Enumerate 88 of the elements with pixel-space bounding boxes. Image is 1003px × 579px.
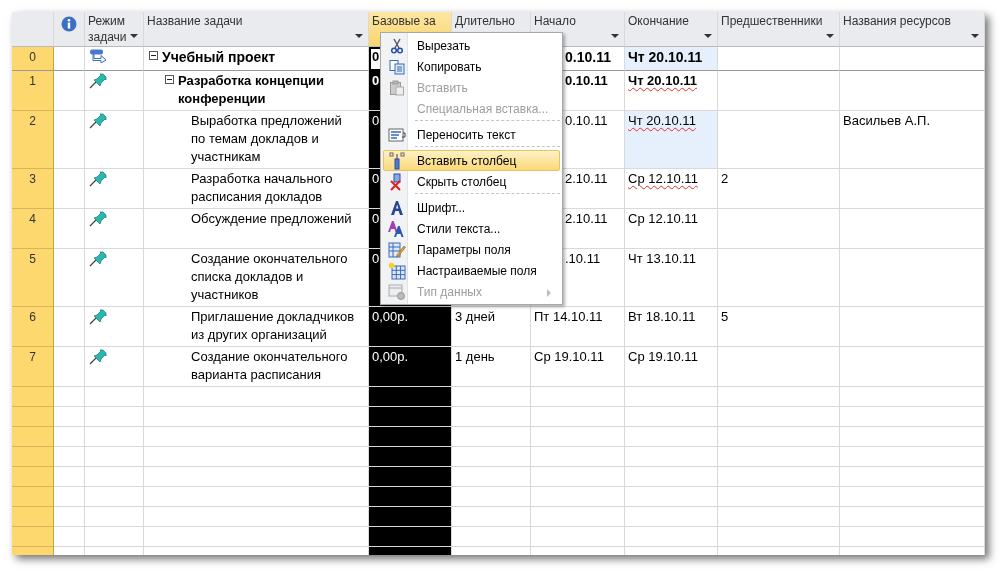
- field-settings-icon: [388, 240, 406, 259]
- collapse-toggle[interactable]: [165, 75, 174, 84]
- custom-fields-icon: [388, 261, 406, 280]
- row-number[interactable]: 3: [12, 169, 54, 209]
- row-number[interactable]: 6: [12, 307, 54, 347]
- row-number[interactable]: 1: [12, 71, 54, 111]
- column-header[interactable]: Названия ресурсов: [840, 12, 985, 47]
- dropdown-arrow-icon[interactable]: [355, 34, 363, 38]
- cell-text: 5: [721, 309, 729, 324]
- pushpin-icon: [89, 251, 107, 267]
- pushpin-icon: [89, 349, 107, 365]
- dropdown-arrow-icon[interactable]: [826, 34, 834, 38]
- cell-text: Чт 20.10.11: [628, 49, 703, 65]
- row-header[interactable]: [12, 407, 54, 427]
- cell-text: .10.11: [565, 251, 601, 266]
- cell-text: Чт 20.10.11: [628, 113, 696, 128]
- pushpin-icon: [89, 73, 107, 89]
- row-number[interactable]: 5: [12, 249, 54, 307]
- cell-text: 0.10.11: [565, 73, 608, 88]
- table-cell: 0,00р.: [369, 347, 452, 387]
- task-name: Приглашение докладчиков из других организаций: [191, 308, 355, 344]
- dropdown-arrow-icon[interactable]: [130, 34, 138, 38]
- cell-text: 1 день: [455, 349, 495, 364]
- cell-text: Ср 19.10.11: [534, 349, 604, 364]
- task-name: Обсуждение предложений: [191, 210, 352, 228]
- cell-text: 2: [721, 171, 729, 186]
- cell-text: Ср 19.10.11: [628, 349, 698, 364]
- row-number[interactable]: 2: [12, 111, 54, 169]
- corner-header[interactable]: [12, 12, 54, 47]
- wrap-text-icon: [388, 126, 406, 143]
- cell-text: Пт 14.10.11: [534, 309, 603, 324]
- row-number[interactable]: 4: [12, 209, 54, 249]
- text-styles-icon: [388, 219, 406, 238]
- row-header[interactable]: [12, 447, 54, 467]
- cell-text: Чт 13.10.11: [628, 251, 696, 266]
- cell-text: Ср 12.10.11: [628, 211, 698, 226]
- dropdown-arrow-icon[interactable]: [611, 34, 619, 38]
- column-header[interactable]: Название задачи: [144, 12, 369, 47]
- empty-cell: [85, 427, 144, 447]
- scissors-icon: [389, 37, 405, 54]
- empty-cell: [85, 467, 144, 487]
- pushpin-icon: [89, 113, 107, 129]
- collapse-toggle[interactable]: [149, 51, 158, 60]
- font-icon: [389, 199, 405, 216]
- pushpin-icon: [89, 171, 107, 187]
- task-name: Разработка начального расписания докладов: [191, 170, 334, 206]
- column-header[interactable]: Окончание: [625, 12, 718, 47]
- cell-text: 0.10.11: [565, 49, 611, 65]
- table-cell: 0,00р.: [369, 307, 452, 347]
- copy-icon: [389, 58, 405, 75]
- paste-icon: [389, 79, 405, 96]
- dropdown-arrow-icon[interactable]: [704, 34, 712, 38]
- row-header[interactable]: [12, 507, 54, 527]
- data-type-icon: [388, 282, 406, 301]
- row-header[interactable]: [12, 487, 54, 507]
- empty-cell: [85, 447, 144, 467]
- cell-text: 2.10.11: [565, 171, 608, 186]
- cell-text: 3 дней: [455, 309, 496, 324]
- task-name: Учебный проект: [162, 48, 276, 66]
- info-icon: [61, 16, 77, 32]
- row-number[interactable]: 7: [12, 347, 54, 387]
- row-header[interactable]: [12, 387, 54, 407]
- menu-item[interactable]: Вставить столбец: [383, 150, 560, 171]
- cell-text: Ср 12.10.11: [628, 171, 698, 186]
- row-header[interactable]: [12, 527, 54, 547]
- empty-cell: [85, 487, 144, 507]
- cell-text: Чт 20.10.11: [628, 73, 697, 88]
- cell-text: 2.10.11: [565, 211, 608, 226]
- column-header[interactable]: Режим задачи: [85, 12, 144, 47]
- column-header[interactable]: Предшественники: [718, 12, 840, 47]
- row-number[interactable]: 0: [12, 47, 54, 71]
- empty-cell: [85, 407, 144, 427]
- pushpin-icon: [89, 211, 107, 227]
- task-name: Создание окончательного списка докладов и участников: [191, 250, 349, 304]
- task-name: Разработка концепции конференции: [178, 72, 326, 108]
- pushpin-icon: [89, 309, 107, 325]
- insert-column-icon: [389, 151, 405, 170]
- row-header[interactable]: [12, 467, 54, 487]
- task-name: Выработка предложений по темам докладов и участникам: [191, 112, 343, 166]
- empty-cell: [85, 527, 144, 547]
- empty-cell: [85, 507, 144, 527]
- task-name: Создание окончательного варианта расписания: [191, 348, 349, 384]
- auto-schedule-icon: [89, 49, 109, 63]
- dropdown-arrow-icon[interactable]: [971, 34, 979, 38]
- cell-text: Вт 18.10.11: [628, 309, 696, 324]
- cell-text: Васильев А.П.: [843, 113, 930, 128]
- row-header[interactable]: [12, 427, 54, 447]
- cell-text: 0.10.11: [565, 113, 608, 128]
